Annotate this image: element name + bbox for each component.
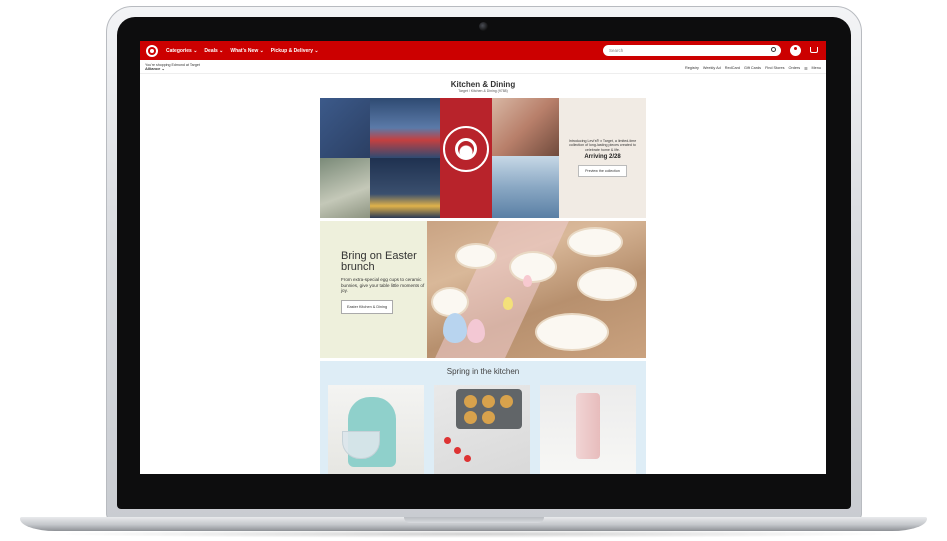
glassware-tile [320, 158, 370, 218]
browser-screen: Categories ⌄ Deals ⌄ What's New ⌄ Pickup… [140, 41, 826, 474]
breadcrumb[interactable]: Target / Kitchen & Dining (9788) [140, 89, 826, 93]
laptop-shadow [40, 530, 907, 538]
tomato [454, 447, 461, 454]
menu-icon[interactable]: ☰ [804, 66, 807, 71]
easter-body: From extra-special egg cups to ceramic b… [341, 277, 425, 293]
plate [431, 287, 469, 317]
plate [535, 313, 609, 351]
target-logo-icon[interactable] [146, 44, 158, 57]
plates-tile [370, 158, 440, 218]
denim-tile [320, 98, 370, 158]
macaron [523, 275, 532, 287]
decorated-egg [467, 319, 485, 343]
link-redcard[interactable]: RedCard [725, 66, 740, 71]
nav-categories[interactable]: Categories ⌄ [166, 48, 197, 54]
laptop-mockup: Categories ⌄ Deals ⌄ What's New ⌄ Pickup… [0, 0, 947, 541]
store-name: Alliance ⌄ [145, 66, 165, 71]
napkins-tile [370, 98, 440, 158]
levis-promo-panel: Introducing Levi's® x Target, a limited-… [559, 98, 646, 218]
levis-target-badge-icon [443, 126, 489, 172]
search-placeholder: Search [609, 48, 624, 53]
tomato [444, 437, 451, 444]
levis-promo-text: Introducing Levi's® x Target, a limited-… [568, 138, 637, 152]
search-input[interactable]: Search [603, 45, 781, 56]
decorated-egg [503, 297, 513, 310]
muffin [464, 395, 477, 408]
easter-kitchen-dining-button[interactable]: Easter Kitchen & Dining [341, 299, 394, 314]
link-find-stores[interactable]: Find Stores [765, 66, 784, 71]
throw-tile [492, 98, 559, 156]
plate [455, 243, 497, 269]
muffin [464, 411, 477, 424]
link-orders[interactable]: Orders [788, 66, 800, 71]
muffin [482, 395, 495, 408]
webcam-icon [479, 22, 488, 31]
utility-bar: You're shopping Edmond at Target Allianc… [140, 60, 826, 74]
spring-kitchen-section: Spring in the kitchen [320, 361, 646, 474]
levis-arrival-date: Arriving 2/28 [584, 154, 621, 161]
towel-tile [492, 156, 559, 218]
plate [577, 267, 637, 301]
easter-table-image [427, 221, 646, 358]
bunny-plate [509, 251, 557, 283]
teacup-plate [567, 227, 623, 257]
link-registry[interactable]: Registry [685, 66, 699, 71]
blender-image [576, 393, 600, 459]
spring-section-title: Spring in the kitchen [446, 367, 520, 376]
blender-card[interactable] [540, 385, 636, 474]
easter-copy-panel: Bring on Easter brunch From extra-specia… [320, 221, 427, 358]
preview-collection-button[interactable]: Preview the collection [578, 165, 627, 178]
link-gift-cards[interactable]: Gift Cards [744, 66, 761, 71]
easter-heading: Bring on Easter brunch [341, 250, 417, 273]
nav-deals[interactable]: Deals ⌄ [204, 48, 223, 54]
link-weekly-ad[interactable]: Weekly Ad [703, 66, 721, 71]
levis-collage-image [320, 98, 559, 218]
muffin [482, 411, 495, 424]
cart-icon[interactable] [810, 47, 818, 53]
site-header: Categories ⌄ Deals ⌄ What's New ⌄ Pickup… [140, 41, 826, 60]
utility-links: Registry Weekly Ad RedCard Gift Cards Fi… [685, 66, 821, 71]
decorated-egg [443, 313, 467, 343]
nav-pickup-delivery[interactable]: Pickup & Delivery ⌄ [271, 48, 319, 54]
nav-whats-new[interactable]: What's New ⌄ [230, 48, 263, 54]
search-icon[interactable] [771, 47, 776, 52]
link-menu[interactable]: Menu [812, 66, 822, 71]
account-icon[interactable] [790, 45, 801, 56]
stand-mixer-card[interactable] [328, 385, 424, 474]
store-selector[interactable]: You're shopping Edmond at Target Allianc… [145, 63, 200, 71]
muffin-tray-card[interactable] [434, 385, 530, 474]
tomato [464, 455, 471, 462]
main-nav: Categories ⌄ Deals ⌄ What's New ⌄ Pickup… [166, 48, 319, 54]
easter-brunch-banner[interactable]: Bring on Easter brunch From extra-specia… [320, 221, 646, 358]
levis-collection-banner[interactable]: Introducing Levi's® x Target, a limited-… [320, 98, 646, 218]
muffin [500, 395, 513, 408]
page-title: Kitchen & Dining [450, 80, 516, 89]
laptop-notch [404, 517, 544, 523]
